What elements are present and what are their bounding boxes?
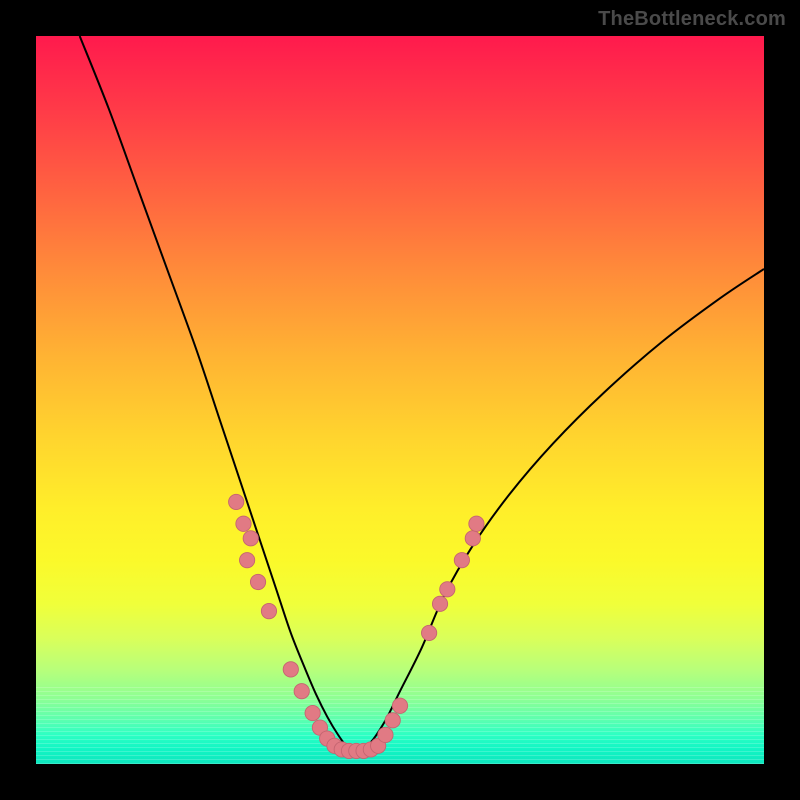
plot-area: [36, 36, 764, 764]
marker-point: [305, 705, 320, 720]
marker-point: [239, 553, 254, 568]
curve-left-curve: [80, 36, 357, 753]
marker-point: [432, 596, 447, 611]
marker-point: [454, 553, 469, 568]
curve-right-curve: [356, 269, 764, 753]
marker-point: [392, 698, 407, 713]
marker-point: [378, 727, 393, 742]
chart-svg: [36, 36, 764, 764]
marker-group: [229, 494, 485, 758]
marker-point: [421, 625, 436, 640]
marker-point: [294, 684, 309, 699]
curve-group: [80, 36, 764, 753]
marker-point: [229, 494, 244, 509]
marker-point: [283, 662, 298, 677]
chart-stage: TheBottleneck.com: [0, 0, 800, 800]
marker-point: [385, 713, 400, 728]
marker-point: [440, 582, 455, 597]
marker-point: [250, 574, 265, 589]
marker-point: [261, 603, 276, 618]
marker-point: [236, 516, 251, 531]
watermark-text: TheBottleneck.com: [598, 8, 786, 31]
marker-point: [465, 531, 480, 546]
marker-point: [469, 516, 484, 531]
marker-point: [243, 531, 258, 546]
